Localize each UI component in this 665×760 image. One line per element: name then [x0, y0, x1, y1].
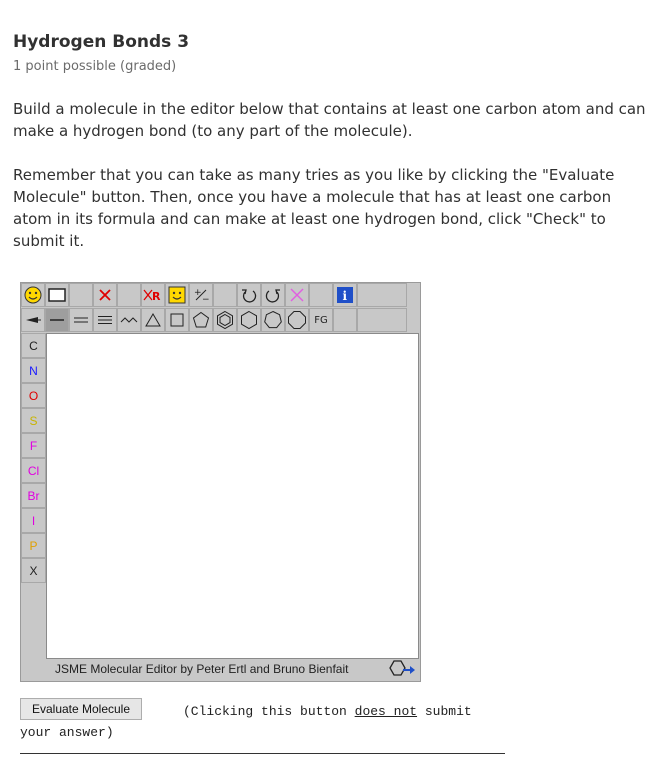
element-sulfur-button[interactable]: S — [21, 408, 46, 433]
points-subtitle: 1 point possible (graded) — [13, 59, 177, 74]
drawing-canvas[interactable] — [46, 333, 419, 659]
triangle-ring-icon[interactable] — [141, 308, 165, 332]
editor-toolbar-top: R + − i — [21, 283, 407, 308]
toolbar-spacer — [357, 308, 407, 332]
instructions-paragraph: Build a molecule in the editor below tha… — [13, 100, 646, 140]
select-rectangle-icon[interactable] — [45, 283, 69, 307]
smiley-menu-icon[interactable] — [21, 283, 45, 307]
editor-credit: JSME Molecular Editor by Peter Ertl and … — [55, 662, 349, 676]
editor-toolbar-bonds: FG — [21, 308, 407, 333]
evaluate-note: (Clicking this button does not submit yo… — [20, 704, 472, 740]
square-ring-icon[interactable] — [165, 308, 189, 332]
problem-title: Hydrogen Bonds 3 — [13, 32, 190, 52]
element-any-button[interactable]: X — [21, 558, 46, 583]
element-nitrogen-button[interactable]: N — [21, 358, 46, 383]
pentagon-ring-icon[interactable] — [189, 308, 213, 332]
octagon-ring-icon[interactable] — [285, 308, 309, 332]
redo-icon[interactable] — [261, 283, 285, 307]
hexagon-ring-icon[interactable] — [237, 308, 261, 332]
triple-bond-icon[interactable] — [93, 308, 117, 332]
toolbar-blank-button[interactable] — [69, 283, 93, 307]
toolbar-spacer — [357, 283, 407, 307]
toolbar-blank-button[interactable] — [213, 283, 237, 307]
element-phosphorus-button[interactable]: P — [21, 533, 46, 558]
clear-icon[interactable] — [285, 283, 309, 307]
divider — [20, 753, 505, 754]
charge-plus-minus-icon[interactable]: + − — [189, 283, 213, 307]
functional-group-button[interactable]: FG — [309, 308, 333, 332]
svg-text:R: R — [152, 290, 161, 302]
element-sidebar: C N O S F Cl Br I P X — [21, 333, 46, 583]
toolbar-blank-button[interactable] — [117, 283, 141, 307]
chain-icon[interactable] — [117, 308, 141, 332]
svg-text:+: + — [194, 288, 202, 298]
heptagon-ring-icon[interactable] — [261, 308, 285, 332]
double-bond-icon[interactable] — [69, 308, 93, 332]
delete-icon[interactable] — [93, 283, 117, 307]
stereo-bond-icon[interactable] — [21, 308, 45, 332]
element-carbon-button[interactable]: C — [21, 333, 46, 358]
element-oxygen-button[interactable]: O — [21, 383, 46, 408]
hexagon-arrow-icon[interactable] — [386, 659, 416, 683]
undo-icon[interactable] — [237, 283, 261, 307]
element-fluorine-button[interactable]: F — [21, 433, 46, 458]
single-bond-icon[interactable] — [45, 308, 69, 332]
benzene-ring-icon[interactable] — [213, 308, 237, 332]
svg-text:−: − — [202, 295, 209, 303]
toolbar-blank-button[interactable] — [333, 308, 357, 332]
element-iodine-button[interactable]: I — [21, 508, 46, 533]
info-icon[interactable]: i — [333, 283, 357, 307]
delete-r-group-icon[interactable]: R — [141, 283, 165, 307]
element-bromine-button[interactable]: Br — [21, 483, 46, 508]
svg-text:i: i — [343, 289, 348, 303]
toolbar-blank-button[interactable] — [309, 283, 333, 307]
molecule-editor: R + − i FG C N O S F Cl Br I P X JSME Mo… — [20, 282, 421, 682]
element-chlorine-button[interactable]: Cl — [21, 458, 46, 483]
charge-smiley-icon[interactable] — [165, 283, 189, 307]
reminder-paragraph: Remember that you can take as many tries… — [13, 166, 615, 250]
